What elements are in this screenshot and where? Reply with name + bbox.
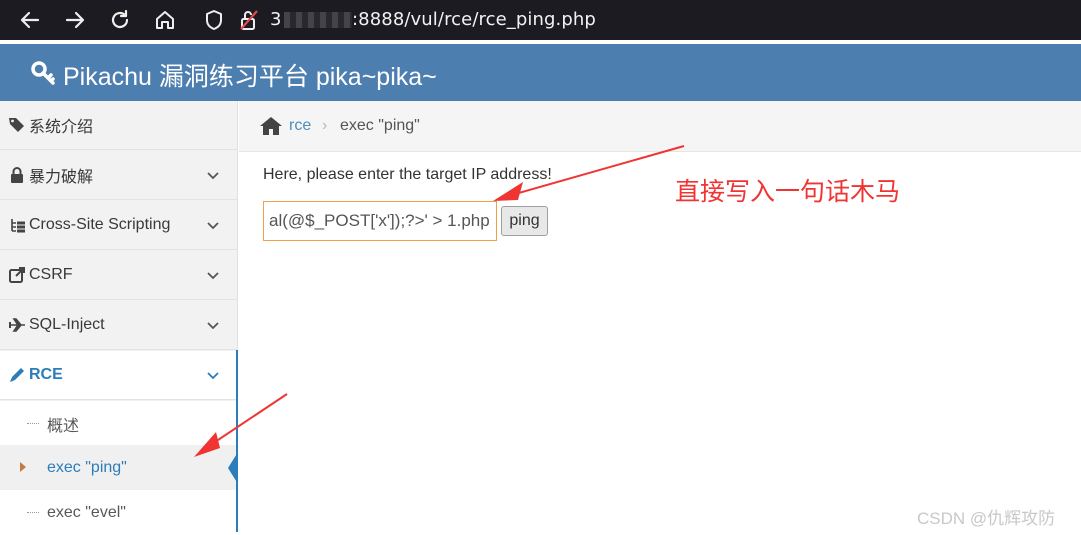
sidebar-item-csrf[interactable]: CSRF	[0, 251, 237, 300]
share-icon	[8, 266, 26, 284]
chevron-down-icon	[204, 366, 222, 384]
sidebar-subitem-overview[interactable]: 概述	[0, 401, 236, 446]
url-redaction	[284, 12, 352, 28]
sidebar-subitem-exec-evel[interactable]: exec "evel"	[0, 490, 236, 535]
breadcrumb-separator: ›	[322, 117, 328, 134]
ip-prompt-text: Here, please enter the target IP address…	[263, 166, 552, 183]
sidebar-item-label: RCE	[29, 366, 63, 383]
sidebar-subitem-label: exec "ping"	[47, 458, 127, 476]
sidebar-item-label: 暴力破解	[29, 169, 94, 186]
caret-right-icon	[20, 462, 26, 472]
pencil-icon	[8, 366, 26, 384]
sidebar-item-sql-inject[interactable]: SQL-Inject	[0, 301, 237, 350]
app-title[interactable]: Pikachu 漏洞练习平台 pika~pika~	[63, 57, 437, 93]
sidebar-item-label: SQL-Inject	[29, 316, 105, 333]
sidebar-item-brute-force[interactable]: 暴力破解	[0, 151, 237, 200]
url-prefix[interactable]: 3	[270, 9, 282, 30]
list-tree-icon	[8, 216, 26, 234]
tags-icon	[8, 116, 26, 134]
sidebar-item-label: CSRF	[29, 266, 73, 283]
shield-icon[interactable]	[202, 8, 226, 32]
key-icon	[30, 60, 56, 86]
sidebar-item-system-intro[interactable]: 系统介绍	[0, 101, 237, 150]
url-suffix[interactable]: :8888/vul/rce/rce_ping.php	[352, 9, 596, 30]
breadcrumb: rce › exec "ping"	[239, 101, 1081, 152]
ping-button[interactable]: ping	[501, 206, 548, 236]
chevron-down-icon	[204, 166, 222, 184]
csdn-watermark: CSDN @仇辉攻防	[917, 509, 1056, 528]
browser-toolbar: 3 :8888/vul/rce/rce_ping.php	[0, 0, 1081, 40]
sidebar-item-xss[interactable]: Cross-Site Scripting	[0, 201, 237, 250]
active-section-bar	[236, 350, 238, 532]
plane-icon	[8, 316, 26, 334]
home-icon[interactable]	[259, 115, 283, 137]
sidebar-subitem-label: exec "evel"	[47, 503, 126, 521]
chevron-down-icon	[204, 216, 222, 234]
tree-dash	[27, 423, 39, 424]
ip-input-field[interactable]	[269, 202, 491, 240]
reload-icon[interactable]	[108, 8, 132, 32]
sidebar-item-label: Cross-Site Scripting	[29, 216, 171, 233]
forward-icon[interactable]	[63, 8, 87, 32]
back-icon[interactable]	[18, 8, 42, 32]
chevron-down-icon	[204, 266, 222, 284]
sidebar-item-rce[interactable]: RCE	[0, 351, 237, 400]
breadcrumb-current: exec "ping"	[340, 117, 420, 134]
insecure-lock-icon[interactable]	[237, 8, 261, 32]
lock-icon	[8, 166, 26, 184]
annotation-text: 直接写入一句话木马	[675, 178, 901, 206]
sidebar-item-label: 系统介绍	[29, 119, 94, 136]
breadcrumb-link-rce[interactable]: rce	[289, 117, 311, 135]
sidebar-subitem-exec-ping[interactable]: exec "ping"	[0, 445, 238, 490]
home-page-icon[interactable]	[153, 8, 177, 32]
ip-input[interactable]	[263, 201, 497, 241]
chevron-down-icon	[204, 316, 222, 334]
sidebar-subitem-label: 概述	[47, 417, 80, 435]
tree-dash	[27, 512, 39, 513]
